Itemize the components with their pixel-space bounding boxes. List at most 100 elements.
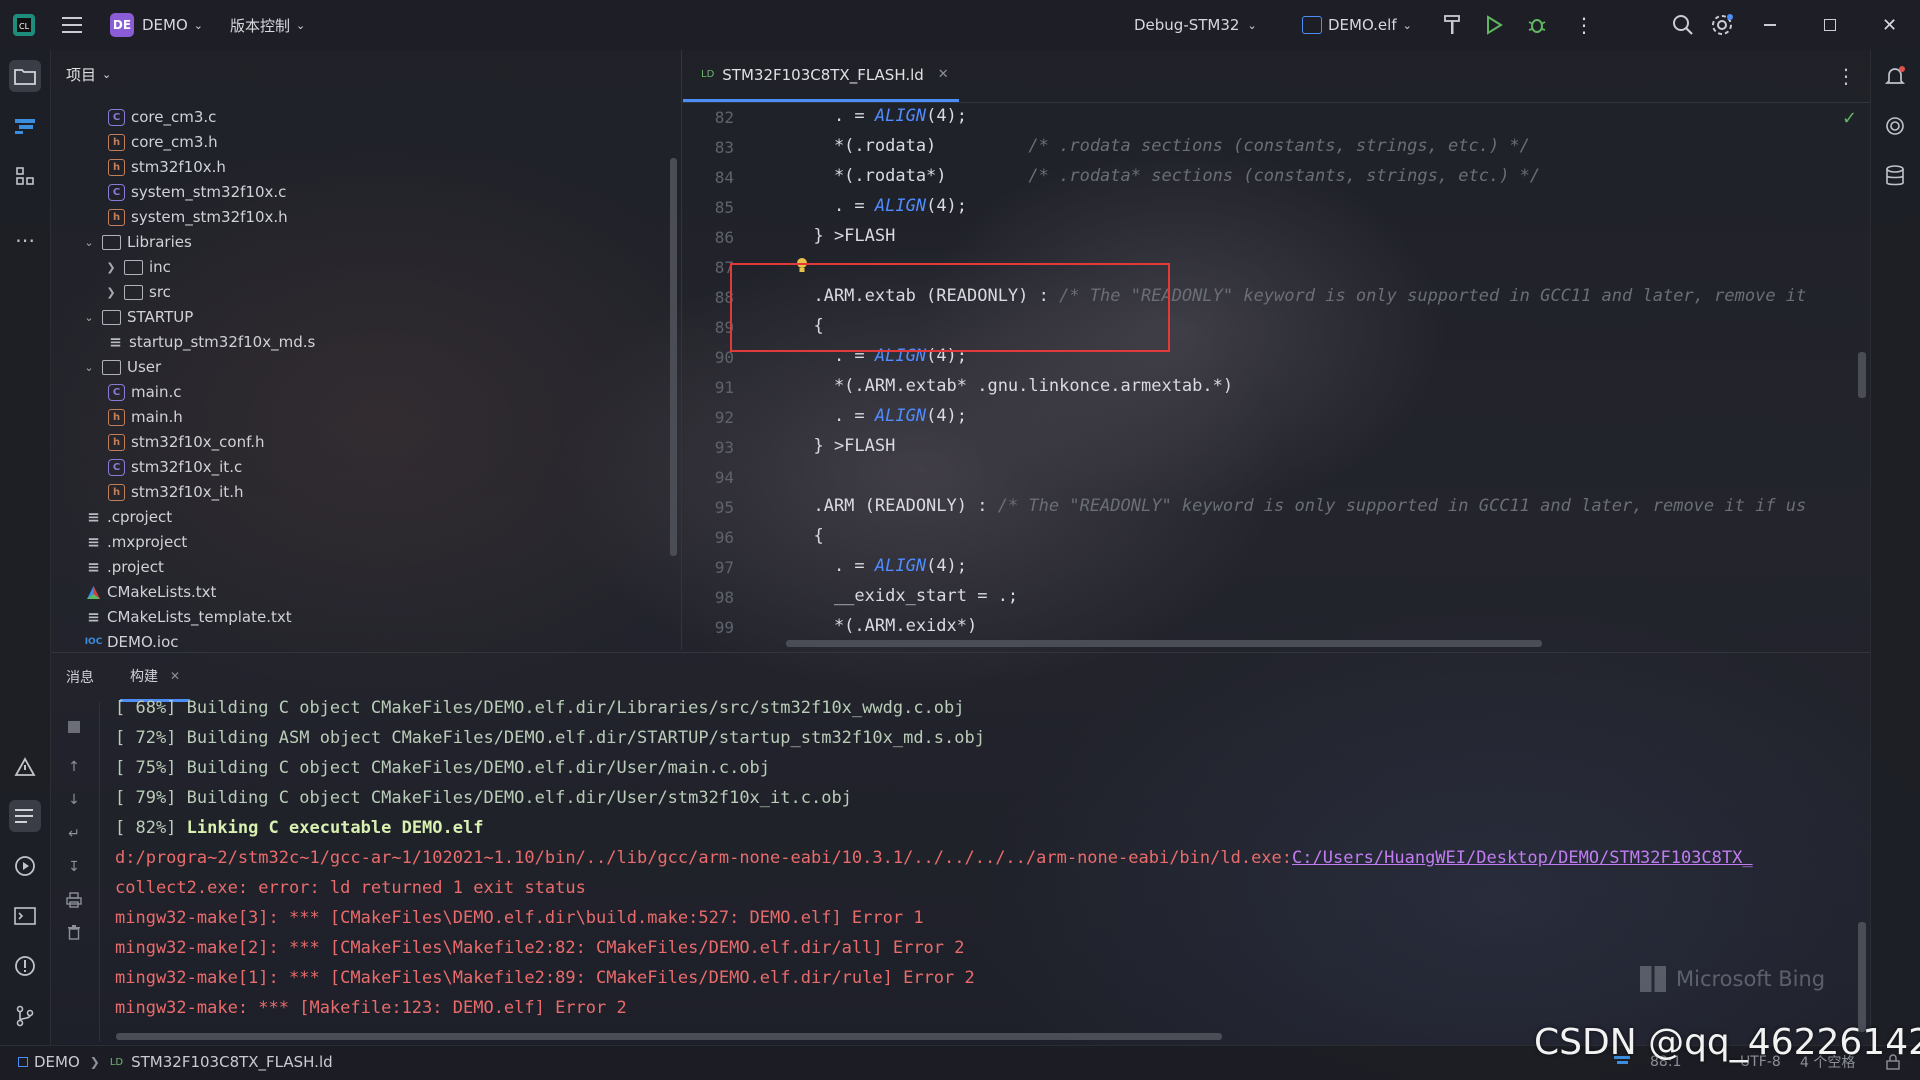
tree-item[interactable]: ≡ startup_stm32f10x_md.s — [108, 330, 315, 354]
tab-messages[interactable]: 消息 — [66, 652, 94, 702]
tree-item[interactable]: ❯ src — [104, 280, 171, 304]
tree-item[interactable]: h system_stm32f10x.h — [108, 205, 288, 229]
chevron-down-icon[interactable]: ⌄ — [82, 236, 96, 249]
tree-item-label: User — [127, 358, 162, 376]
minimize-icon[interactable] — [1764, 0, 1776, 50]
panel-divider[interactable] — [681, 50, 682, 650]
more-actions-icon[interactable]: ⋮ — [1574, 0, 1594, 50]
tree-item[interactable]: h core_cm3.h — [108, 130, 218, 154]
tree-item[interactable]: ⌄ STARTUP — [82, 305, 193, 329]
trash-icon[interactable] — [64, 922, 84, 942]
git-branch-icon[interactable] — [9, 1000, 41, 1032]
code-line[interactable]: *(.ARM.exidx*) — [793, 616, 977, 636]
tree-item[interactable]: ⌄ Libraries — [82, 230, 191, 254]
notifications-bell-icon[interactable] — [1879, 60, 1911, 92]
code-line[interactable]: *(.ARM.extab* .gnu.linkonce.armextab.*) — [793, 376, 1233, 396]
tree-item[interactable]: h stm32f10x.h — [108, 155, 226, 179]
problems-warning-icon[interactable] — [9, 751, 41, 783]
run-icon[interactable] — [1484, 0, 1504, 50]
structure-icon[interactable] — [9, 160, 41, 192]
line-number: 88 — [714, 288, 734, 307]
target-selector[interactable]: DEMO.elf ⌄ — [1302, 0, 1412, 50]
print-icon[interactable] — [64, 890, 84, 910]
code-line[interactable]: } >FLASH — [793, 436, 895, 456]
tree-item[interactable]: CMakeLists.txt — [86, 580, 216, 604]
tree-item-label: system_stm32f10x.c — [131, 183, 287, 201]
build-hammer-icon[interactable] — [1442, 0, 1462, 50]
cmake-icon[interactable] — [9, 110, 41, 142]
cmake-file-icon — [86, 585, 101, 600]
editor-more-icon[interactable]: ⋮ — [1836, 64, 1856, 88]
code-line[interactable]: } >FLASH — [793, 226, 895, 246]
tree-item[interactable]: ≡ .project — [86, 555, 164, 579]
scroll-to-end-icon[interactable]: ↧ — [64, 857, 84, 877]
breadcrumb-file[interactable]: STM32F103C8TX_FLASH.ld — [131, 1053, 333, 1071]
close-tab-icon[interactable]: ✕ — [938, 67, 949, 82]
code-text: . = — [793, 196, 875, 216]
run-config-selector[interactable]: Debug-STM32 ⌄ — [1134, 0, 1257, 50]
code-line[interactable]: { — [793, 526, 823, 546]
code-line[interactable]: . = ALIGN(4); — [793, 106, 967, 126]
code-line[interactable]: . = ALIGN(4); — [793, 556, 967, 576]
tab-build[interactable]: 构建 ✕ — [120, 652, 191, 702]
editor-horizontal-scrollbar[interactable] — [786, 640, 1542, 647]
main-menu-icon[interactable] — [62, 0, 84, 50]
vcs-menu[interactable]: 版本控制 ⌄ — [230, 0, 305, 50]
bing-watermark: Microsoft Bing — [1640, 966, 1825, 992]
file-link[interactable]: C:/Users/HuangWEI/Desktop/DEMO/STM32F103… — [1292, 848, 1753, 868]
arrow-down-icon[interactable]: ↓ — [64, 790, 84, 810]
chevron-down-icon: ⌄ — [193, 18, 203, 32]
tree-item[interactable]: Ccore_cm3.c — [108, 105, 216, 129]
build-output-icon[interactable] — [9, 800, 41, 832]
problems-info-icon[interactable] — [9, 950, 41, 982]
project-switcher[interactable]: DE DEMO ⌄ — [110, 0, 203, 50]
tree-item-label: startup_stm32f10x_md.s — [129, 333, 316, 351]
tree-item[interactable]: h stm32f10x_conf.h — [108, 430, 265, 454]
tree-item[interactable]: Cmain.c — [108, 380, 182, 404]
database-icon[interactable] — [1879, 160, 1911, 192]
tree-item[interactable]: h main.h — [108, 405, 183, 429]
ai-assistant-icon[interactable] — [1879, 110, 1911, 142]
project-tree-scrollbar[interactable] — [670, 158, 677, 556]
build-horizontal-scrollbar[interactable] — [116, 1033, 1222, 1040]
stop-icon[interactable] — [64, 717, 84, 737]
tree-item[interactable]: ≡ CMakeLists_template.txt — [86, 605, 291, 629]
breadcrumb-project[interactable]: DEMO — [34, 1053, 80, 1071]
project-badge: DE — [110, 13, 134, 37]
tree-item[interactable]: h stm32f10x_it.h — [108, 480, 243, 504]
tree-item[interactable]: Csystem_stm32f10x.c — [108, 180, 286, 204]
chevron-right-icon[interactable]: ❯ — [104, 261, 118, 274]
project-panel-title[interactable]: 项目 ⌄ — [66, 64, 111, 85]
debug-icon[interactable] — [1526, 0, 1548, 50]
tree-item[interactable]: IOC DEMO.ioc — [85, 630, 179, 654]
search-icon[interactable] — [1672, 0, 1694, 50]
tree-item[interactable]: ❯ inc — [104, 255, 171, 279]
code-line[interactable]: *(.rodata) /* .rodata sections (constant… — [793, 136, 1530, 156]
terminal-icon[interactable] — [9, 900, 41, 932]
code-line[interactable]: __exidx_start = .; — [793, 586, 1018, 606]
chevron-down-icon[interactable]: ⌄ — [82, 361, 96, 374]
editor-tab-flash-ld[interactable]: LD STM32F103C8TX_FLASH.ld ✕ — [683, 50, 959, 102]
more-tools-icon[interactable]: ⋯ — [9, 224, 41, 256]
chevron-down-icon[interactable]: ⌄ — [82, 311, 96, 324]
close-tab-icon[interactable]: ✕ — [170, 669, 180, 683]
tree-item-label: .cproject — [107, 508, 173, 526]
code-line[interactable]: *(.rodata*) /* .rodata* sections (consta… — [793, 166, 1540, 186]
build-vertical-scrollbar[interactable] — [1858, 922, 1866, 1032]
editor-vertical-scrollbar[interactable] — [1858, 352, 1866, 398]
tree-item[interactable]: Cstm32f10x_it.c — [108, 455, 242, 479]
tree-item[interactable]: ≡ .cproject — [86, 505, 172, 529]
project-folder-icon[interactable] — [9, 60, 41, 92]
tree-item[interactable]: ≡ .mxproject — [86, 530, 187, 554]
settings-gear-icon[interactable] — [1710, 0, 1734, 50]
code-line[interactable]: .ARM (READONLY) : /* The "READONLY" keyw… — [793, 496, 1806, 516]
close-icon[interactable]: ✕ — [1882, 0, 1897, 50]
soft-wrap-icon[interactable]: ↵ — [64, 824, 84, 844]
services-run-icon[interactable] — [9, 850, 41, 882]
code-line[interactable]: . = ALIGN(4); — [793, 196, 967, 216]
arrow-up-icon[interactable]: ↑ — [64, 757, 84, 777]
restore-icon[interactable] — [1824, 0, 1836, 50]
tree-item[interactable]: ⌄ User — [82, 355, 161, 379]
code-line[interactable]: . = ALIGN(4); — [793, 406, 967, 426]
chevron-right-icon[interactable]: ❯ — [104, 286, 118, 299]
